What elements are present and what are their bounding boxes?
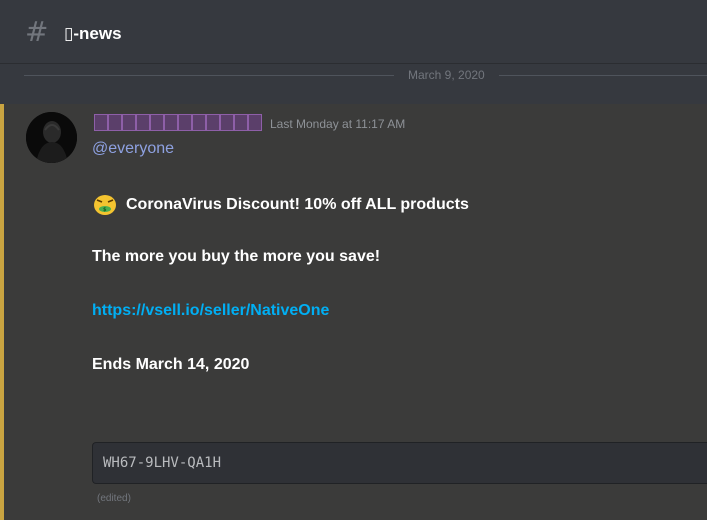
hash-icon: # [25,15,49,48]
message-timestamp: Last Monday at 11:17 AM [270,117,406,131]
message-line-discount: $ CoronaVirus Discount! 10% off ALL prod… [92,194,469,216]
code-block[interactable]: WH67-9LHV-QA1H [92,442,707,484]
avatar[interactable] [26,112,77,163]
money-mouth-face-icon: $ [92,194,118,216]
divider-date: March 9, 2020 [394,68,499,82]
mention-everyone[interactable]: @everyone [92,140,174,158]
message-line-ends: Ends March 14, 2020 [92,356,250,373]
seller-link[interactable]: https://vsell.io/seller/NativeOne [92,302,329,320]
divider-line [24,75,707,76]
date-divider: March 9, 2020 [24,64,707,86]
message[interactable]: Last Monday at 11:17 AM @everyone $ Coro… [0,104,707,520]
edited-label: (edited) [97,493,131,504]
channel-header: # ▯-news [0,0,707,64]
username-redacted[interactable] [94,114,262,132]
channel-name[interactable]: ▯-news [64,24,122,44]
svg-text:$: $ [103,207,107,213]
discount-text: CoronaVirus Discount! 10% off ALL produc… [126,196,469,214]
message-line-save: The more you buy the more you save! [92,248,381,265]
code-text: WH67-9LHV-QA1H [103,455,222,471]
